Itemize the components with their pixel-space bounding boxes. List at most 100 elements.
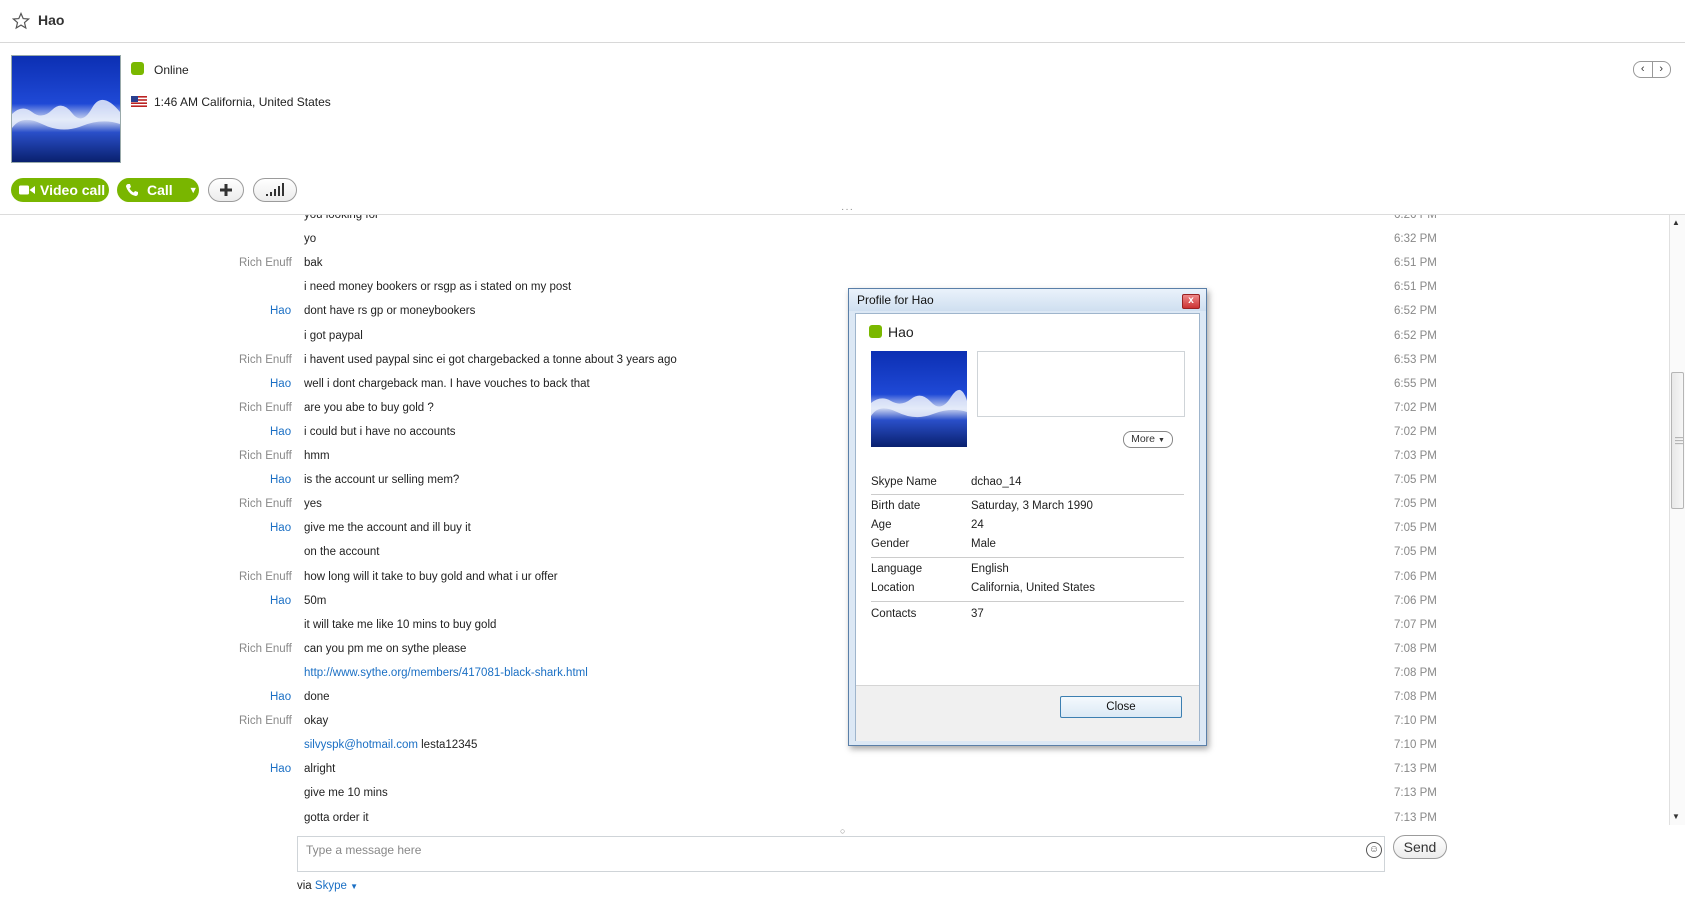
message-timestamp: 6:26 PM xyxy=(1394,215,1437,221)
message-text: it will take me like 10 mins to buy gold xyxy=(304,619,496,631)
message-body: yo xyxy=(304,233,317,246)
more-button[interactable]: More ▼ xyxy=(1123,431,1173,448)
dialog-close-icon[interactable]: x xyxy=(1182,294,1200,309)
message-text: alright xyxy=(304,763,335,775)
age-value: 24 xyxy=(971,519,984,531)
message-text: http://www.sythe.org/members/417081-blac… xyxy=(304,667,588,679)
previous-arrow-icon[interactable]: ‹ xyxy=(1634,62,1653,77)
message-timestamp: 7:06 PM xyxy=(1394,570,1437,583)
favorite-star-icon[interactable] xyxy=(12,12,30,30)
conversation-header xyxy=(0,0,1685,43)
message-body: gotta order it xyxy=(304,811,369,824)
next-arrow-icon[interactable]: › xyxy=(1653,62,1671,77)
message-text: well i dont chargeback man. I have vouch… xyxy=(304,378,590,390)
message-timestamp: 7:13 PM xyxy=(1394,811,1437,824)
message-timestamp: 6:53 PM xyxy=(1394,353,1437,366)
via-service-selector[interactable]: Skype ▼ xyxy=(315,880,358,892)
chat-message-row: Hao 50m 7:06 PM xyxy=(0,595,1440,615)
chat-message-row: Rich Enuff yes 7:05 PM xyxy=(0,498,1440,518)
chat-message-row: Hao i could but i have no accounts 7:02 PM xyxy=(0,426,1440,446)
message-body: give me 10 mins xyxy=(304,787,388,800)
close-button[interactable]: Close xyxy=(1060,696,1182,718)
dialog-title: Profile for Hao xyxy=(857,293,934,307)
message-timestamp: 6:52 PM xyxy=(1394,329,1437,342)
message-sender[interactable]: Hao xyxy=(270,378,291,390)
message-text: i havent used paypal sinc ei got chargeb… xyxy=(304,354,677,366)
message-sender[interactable]: Rich Enuff xyxy=(239,354,292,366)
message-sender[interactable]: Hao xyxy=(270,595,291,607)
message-body: i need money bookers or rsgp as i stated… xyxy=(304,281,572,294)
language-label: Language xyxy=(871,563,923,575)
message-sender[interactable]: Hao xyxy=(270,474,291,486)
status-label: Online xyxy=(154,63,189,77)
chat-message-row: Hao done 7:08 PM xyxy=(0,691,1440,711)
message-sender[interactable]: Rich Enuff xyxy=(239,498,292,510)
message-timestamp: 7:03 PM xyxy=(1394,450,1437,462)
send-button[interactable]: Send xyxy=(1393,835,1447,859)
chat-scrollbar[interactable] xyxy=(1669,215,1685,825)
message-text: are you abe to buy gold ? xyxy=(304,402,434,414)
more-label: More xyxy=(1131,433,1156,445)
message-timestamp: 7:08 PM xyxy=(1394,642,1437,655)
message-sender[interactable]: Rich Enuff xyxy=(239,643,292,655)
phone-icon xyxy=(126,184,138,196)
chat-message-row: on the account 7:05 PM xyxy=(0,546,1440,566)
message-link[interactable]: http://www.sythe.org/members/417081-blac… xyxy=(304,667,588,679)
message-timestamp: 7:02 PM xyxy=(1394,425,1437,438)
message-sender[interactable]: Rich Enuff xyxy=(239,257,292,269)
message-text: done xyxy=(304,691,330,703)
chat-message-row: Hao give me the account and ill buy it 7:0… xyxy=(0,522,1440,542)
message-sender[interactable]: Hao xyxy=(270,305,291,317)
pane-resize-handle[interactable]: ··· xyxy=(841,204,854,215)
call-quality-button[interactable] xyxy=(253,178,297,202)
message-input[interactable]: Type a message here xyxy=(297,836,1385,872)
message-timestamp: 7:13 PM xyxy=(1394,763,1437,776)
us-flag-icon xyxy=(131,96,147,107)
location-value: California, United States xyxy=(971,582,1096,594)
message-body: alright xyxy=(304,763,336,776)
add-button[interactable] xyxy=(208,178,244,202)
scrollbar-grip-icon: — — — xyxy=(1675,433,1683,448)
video-call-button[interactable]: Video call xyxy=(11,178,109,202)
message-timestamp: 7:08 PM xyxy=(1394,666,1437,679)
message-text: i could but i have no accounts xyxy=(304,426,456,438)
language-value: English xyxy=(971,563,1009,575)
message-text: give me the account and ill buy it xyxy=(304,522,471,534)
message-sender[interactable]: Hao xyxy=(270,522,291,534)
dialog-body: Hao More ▼ Skype Name dchao_14 Birth dat… xyxy=(855,313,1200,741)
birth-date-value: Saturday, 3 March 1990 xyxy=(971,500,1093,512)
call-dropdown-chevron-icon[interactable]: ▼ xyxy=(189,185,198,195)
online-status-icon xyxy=(131,62,144,75)
message-sender[interactable]: Rich Enuff xyxy=(239,450,292,462)
message-sender[interactable]: Rich Enuff xyxy=(239,715,292,727)
message-body: you looking for xyxy=(304,215,379,221)
message-body: how long will it take to buy gold and wh… xyxy=(304,570,558,583)
message-timestamp: 6:51 PM xyxy=(1394,257,1437,270)
message-body: are you abe to buy gold ? xyxy=(304,401,434,414)
skype-name-value: dchao_14 xyxy=(971,476,1022,488)
message-sender[interactable]: Rich Enuff xyxy=(239,571,292,583)
emoticon-icon[interactable]: ☺ xyxy=(1366,842,1382,858)
message-link[interactable]: silvyspk@hotmail.com xyxy=(304,739,418,751)
message-sender[interactable]: Hao xyxy=(270,763,291,775)
message-sender[interactable]: Hao xyxy=(270,426,291,438)
chat-message-row: http://www.sythe.org/members/417081-blac… xyxy=(0,667,1440,687)
scroll-up-icon[interactable]: ▲ xyxy=(1672,218,1680,227)
avatar[interactable] xyxy=(11,55,121,163)
scroll-down-icon[interactable]: ▼ xyxy=(1672,812,1680,821)
message-text: okay xyxy=(304,715,328,727)
message-body: 50m xyxy=(304,594,327,607)
message-body: give me the account and ill buy it xyxy=(304,522,471,535)
signal-bars-icon xyxy=(266,183,284,196)
message-sender[interactable]: Hao xyxy=(270,691,291,703)
message-body: dont have rs gp or moneybookers xyxy=(304,305,476,318)
chat-message-row: Hao alright 7:13 PM xyxy=(0,763,1440,783)
message-sender[interactable]: Rich Enuff xyxy=(239,402,292,414)
chevron-down-icon: ▼ xyxy=(1157,437,1165,444)
chat-message-row: Rich Enuff hmm 7:03 PM xyxy=(0,450,1440,470)
message-text: give me 10 mins xyxy=(304,787,388,799)
call-button[interactable]: Call ▼ xyxy=(117,178,199,202)
profile-nav-arrows[interactable]: ‹ › xyxy=(1633,61,1671,78)
mood-message-box xyxy=(977,351,1185,417)
compose-resize-handle[interactable]: ○ xyxy=(840,826,845,836)
